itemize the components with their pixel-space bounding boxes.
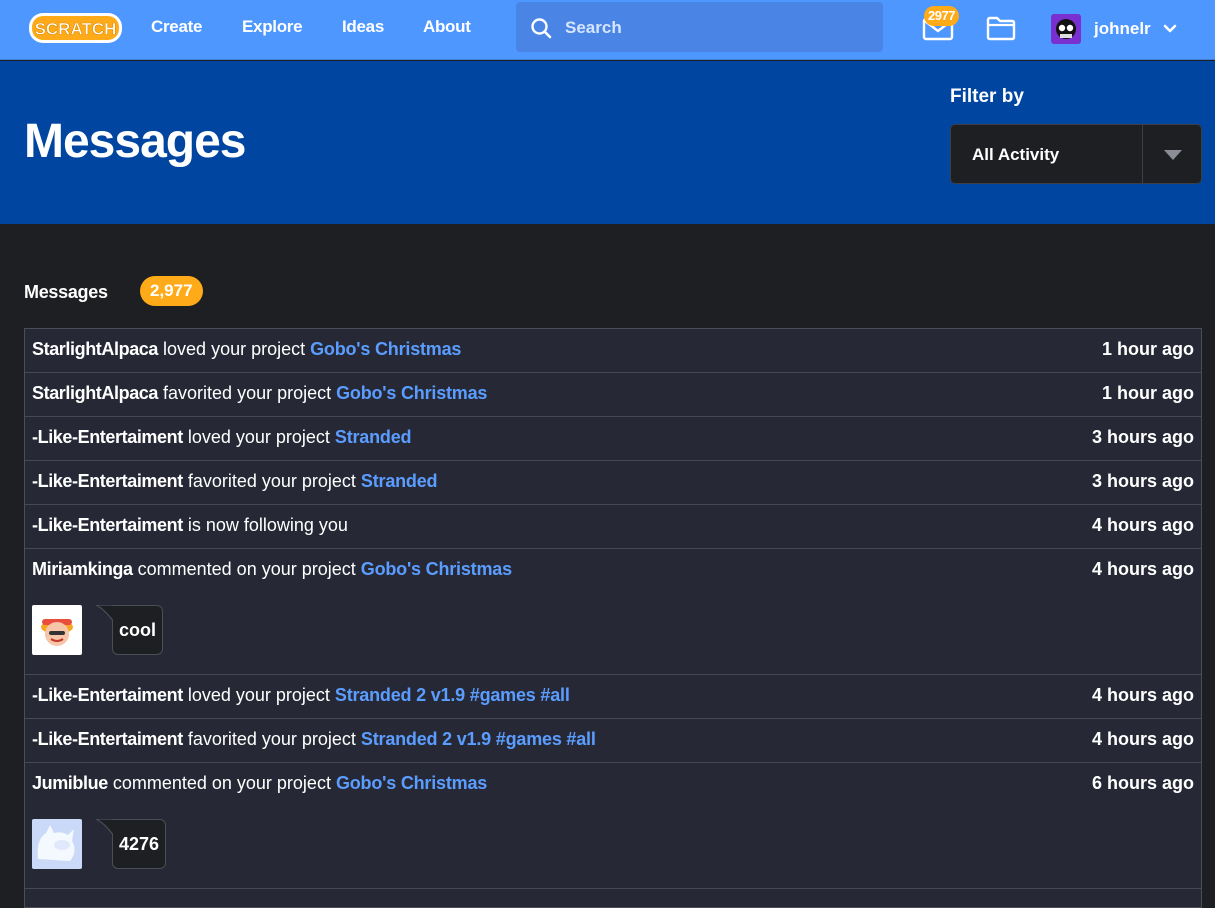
- messages-section-title: Messages: [24, 282, 108, 302]
- action-text: loved your project: [182, 427, 335, 447]
- messages-list: StarlightAlpaca loved your project Gobo'…: [24, 328, 1202, 908]
- actor-link[interactable]: -Like-Entertaiment: [32, 729, 183, 749]
- list-item: -Like-Entertaiment is now following you …: [25, 505, 1201, 549]
- list-item: -Like-Entertaiment loved your project St…: [25, 417, 1201, 461]
- list-item: -Like-Entertaiment favorited your projec…: [25, 461, 1201, 505]
- project-link[interactable]: Stranded: [361, 471, 438, 491]
- actor-link[interactable]: -Like-Entertaiment: [32, 471, 183, 491]
- timestamp: 1 hour ago: [1101, 339, 1194, 359]
- commenter-avatar[interactable]: [32, 605, 82, 655]
- action-text: loved your project: [158, 339, 311, 359]
- action-text: favorited your project: [182, 471, 361, 491]
- messages-content: Messages 2,977 StarlightAlpaca loved you…: [0, 224, 1215, 908]
- actor-link[interactable]: -Like-Entertaiment: [32, 427, 183, 447]
- timestamp: 6 hours ago: [1091, 773, 1194, 793]
- action-text: commented on your project: [132, 559, 361, 579]
- timestamp: 4 hours ago: [1091, 685, 1194, 705]
- chevron-down-icon[interactable]: [1162, 21, 1178, 37]
- page-title: Messages: [24, 115, 246, 168]
- project-link[interactable]: Gobo's Christmas: [361, 559, 512, 579]
- search-icon: [531, 18, 552, 39]
- filter-divider: [1142, 125, 1143, 183]
- list-item: -Like-Entertaiment loved your project St…: [25, 675, 1201, 719]
- filter-label: Filter by: [950, 86, 1024, 107]
- timestamp: 3 hours ago: [1091, 427, 1194, 447]
- project-link[interactable]: Stranded 2 v1.9 #games #all: [361, 729, 596, 749]
- filter-dropdown[interactable]: All Activity: [950, 124, 1202, 184]
- svg-text:SCRATCH: SCRATCH: [35, 20, 117, 39]
- list-item: -Like-Entertaiment favorited your projec…: [25, 719, 1201, 763]
- list-item-comment: Jumiblue commented on your project Gobo'…: [25, 763, 1201, 889]
- actor-link[interactable]: Jumiblue: [32, 773, 108, 793]
- bubble-tail: [96, 819, 113, 835]
- list-item: StarlightAlpaca loved your project Gobo'…: [25, 329, 1201, 373]
- project-link[interactable]: Stranded: [335, 427, 412, 447]
- project-link[interactable]: Gobo's Christmas: [336, 773, 487, 793]
- username-label[interactable]: johnelr: [1094, 19, 1151, 39]
- nav-ideas-link[interactable]: Ideas: [342, 17, 384, 37]
- actor-link[interactable]: Miriamkinga: [32, 559, 133, 579]
- actor-link[interactable]: StarlightAlpaca: [32, 339, 158, 359]
- project-link[interactable]: Gobo's Christmas: [336, 383, 487, 403]
- messages-header: Messages Filter by All Activity: [0, 61, 1215, 224]
- caret-down-icon: [1164, 150, 1182, 160]
- top-navbar: SCRATCH Create Explore Ideas About 2977 …: [0, 0, 1215, 60]
- action-text: favorited your project: [158, 383, 337, 403]
- nav-create-link[interactable]: Create: [151, 17, 202, 37]
- commenter-avatar[interactable]: [32, 819, 82, 869]
- comment-text: cool: [119, 620, 157, 640]
- action-text: is now following you: [182, 515, 348, 535]
- actor-link[interactable]: -Like-Entertaiment: [32, 685, 183, 705]
- filter-selected-value: All Activity: [972, 145, 1060, 164]
- messages-count-badge: 2977: [924, 6, 959, 26]
- action-text: loved your project: [182, 685, 335, 705]
- nav-about-link[interactable]: About: [423, 17, 471, 37]
- list-item-comment: Miriamkinga commented on your project Go…: [25, 549, 1201, 675]
- comment-bubble: cool: [96, 605, 164, 655]
- comment-text: 4276: [119, 834, 160, 854]
- project-link[interactable]: Gobo's Christmas: [310, 339, 461, 359]
- timestamp: 4 hours ago: [1091, 559, 1194, 579]
- timestamp: 3 hours ago: [1091, 471, 1194, 491]
- user-avatar[interactable]: [1051, 14, 1081, 44]
- search-bar[interactable]: [516, 2, 883, 52]
- nav-explore-link[interactable]: Explore: [242, 17, 303, 37]
- search-input[interactable]: [565, 15, 865, 41]
- folder-icon[interactable]: [986, 15, 1016, 41]
- comment-bubble: 4276: [96, 819, 167, 869]
- project-link[interactable]: Stranded 2 v1.9 #games #all: [335, 685, 570, 705]
- actor-link[interactable]: -Like-Entertaiment: [32, 515, 183, 535]
- actor-link[interactable]: StarlightAlpaca: [32, 383, 158, 403]
- action-text: commented on your project: [107, 773, 336, 793]
- timestamp: 1 hour ago: [1101, 383, 1194, 403]
- scratch-logo[interactable]: SCRATCH: [27, 10, 124, 46]
- messages-count-pill: 2,977: [140, 276, 203, 306]
- bubble-tail: [96, 605, 113, 621]
- timestamp: 4 hours ago: [1091, 515, 1194, 535]
- list-item: StarlightAlpaca favorited your project G…: [25, 373, 1201, 417]
- action-text: favorited your project: [182, 729, 361, 749]
- timestamp: 4 hours ago: [1091, 729, 1194, 749]
